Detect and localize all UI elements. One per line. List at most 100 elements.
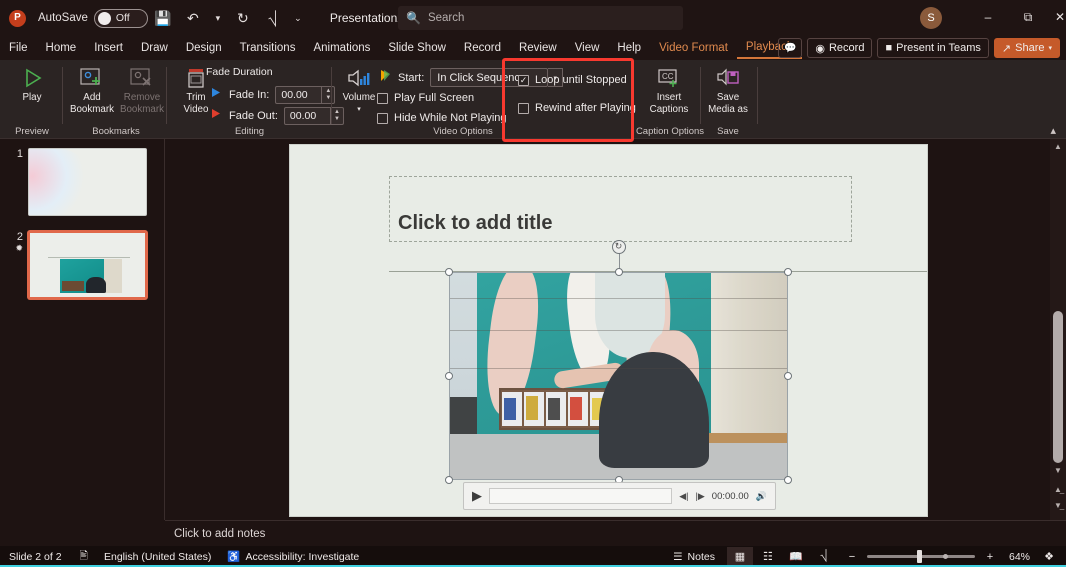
scroll-up-arrow-icon[interactable]: ▲ xyxy=(1050,139,1066,153)
tab-home[interactable]: Home xyxy=(37,37,86,59)
resize-handle-middle-right[interactable] xyxy=(784,372,792,380)
slide-sorter-icon[interactable]: ☷ xyxy=(755,547,781,566)
slide-thumbnail-panel[interactable]: 1 2 ✹ xyxy=(0,139,165,520)
slide-thumb-canvas-1[interactable] xyxy=(28,148,147,216)
present-in-teams-button[interactable]: ■ Present in Teams xyxy=(877,38,989,58)
scroll-down-arrow-icon[interactable]: ▼ xyxy=(1050,464,1066,477)
add-bookmark-button[interactable]: Add Bookmark xyxy=(66,64,118,115)
slide-thumbnail-1[interactable]: 1 xyxy=(3,148,147,216)
resize-handle-top-left[interactable] xyxy=(445,268,453,276)
normal-view-icon[interactable]: ▦ xyxy=(726,547,753,566)
comments-icon[interactable]: 💬 xyxy=(778,38,803,58)
share-button[interactable]: ↗ Share ▾ xyxy=(993,38,1060,58)
hide-while-not-playing-checkbox[interactable] xyxy=(377,112,388,124)
accessibility-label: Accessibility: Investigate xyxy=(245,550,360,563)
resize-handle-top-center[interactable] xyxy=(614,268,623,276)
tab-design[interactable]: Design xyxy=(177,37,231,59)
rewind-after-playing-checkbox[interactable] xyxy=(518,102,529,114)
play-button[interactable]: Play xyxy=(6,64,58,104)
title-placeholder[interactable]: Click to add title xyxy=(389,176,852,242)
collapse-ribbon-button[interactable]: ▴ xyxy=(1050,124,1056,137)
tab-draw[interactable]: Draw xyxy=(132,37,177,59)
slide-layout-icon[interactable]: 🖹 xyxy=(80,548,88,566)
previous-frame-icon[interactable]: ◀| xyxy=(679,491,688,502)
fit-to-window-icon[interactable]: ❖ xyxy=(1036,547,1062,566)
tab-transitions[interactable]: Transitions xyxy=(231,37,305,59)
zoom-slider[interactable] xyxy=(866,550,975,563)
fade-in-input[interactable]: 00.00 ▲ ▼ xyxy=(275,86,336,104)
fade-out-row: Fade Out: 00.00 ▲ ▼ xyxy=(210,107,344,125)
play-icon[interactable]: ▶ xyxy=(472,488,482,504)
record-button[interactable]: ◉ Record xyxy=(807,38,873,58)
slide-counter[interactable]: Slide 2 of 2 xyxy=(9,551,62,563)
search-box[interactable]: 🔍 xyxy=(398,6,683,30)
reading-view-icon[interactable]: 📖 xyxy=(783,547,809,566)
accessibility-icon: ♿ xyxy=(227,551,241,563)
video-object[interactable]: ↻ ▶ ◀| |▶ 00:00.00 🔊 xyxy=(445,240,792,510)
previous-slide-button[interactable]: ▲̲ xyxy=(1050,483,1066,496)
video-progress-bar[interactable] xyxy=(489,488,673,504)
search-input[interactable] xyxy=(427,12,648,24)
tab-record[interactable]: Record xyxy=(455,37,510,59)
volume-icon[interactable]: 🔊 xyxy=(756,491,767,502)
tab-animations[interactable]: Animations xyxy=(304,37,379,59)
hide-while-not-playing-row[interactable]: Hide While Not Playing xyxy=(377,112,507,124)
customize-quick-access-icon[interactable]: ⌄ xyxy=(288,5,308,31)
resize-handle-bottom-left[interactable] xyxy=(445,476,453,484)
resize-handle-top-right[interactable] xyxy=(784,268,792,276)
next-frame-icon[interactable]: |▶ xyxy=(696,491,705,502)
avatar[interactable]: S xyxy=(920,7,942,29)
chevron-down-icon[interactable]: ▾ xyxy=(357,104,361,116)
tab-insert[interactable]: Insert xyxy=(85,37,132,59)
video-playback-controls[interactable]: ▶ ◀| |▶ 00:00.00 🔊 xyxy=(463,482,776,510)
scrollbar-thumb[interactable] xyxy=(1053,311,1063,463)
undo-icon[interactable]: ↶ xyxy=(178,5,208,31)
next-slide-button[interactable]: ▼̲ xyxy=(1050,499,1066,512)
fade-in-icon xyxy=(210,86,223,104)
notes-pane[interactable]: Click to add notes xyxy=(165,520,1066,546)
tab-view[interactable]: View xyxy=(566,37,609,59)
zoom-slider-thumb[interactable] xyxy=(916,550,922,563)
accessibility-status[interactable]: ♿ Accessibility: Investigate xyxy=(227,550,360,564)
group-label-save: Save xyxy=(717,126,739,137)
resize-handle-bottom-right[interactable] xyxy=(784,476,792,484)
close-button[interactable]: ✕ xyxy=(1040,0,1066,34)
slide-thumbnail-2[interactable]: 2 ✹ xyxy=(3,231,147,299)
autosave-toggle[interactable]: Off xyxy=(93,8,148,28)
present-icon[interactable]: ⎷ xyxy=(258,5,288,31)
minimize-button[interactable]: – xyxy=(968,0,1008,34)
tab-file[interactable]: File xyxy=(0,37,37,59)
save-icon[interactable]: 💾 xyxy=(148,5,178,31)
slide-thumb-canvas-2[interactable] xyxy=(28,231,147,299)
zoom-out-button[interactable]: − xyxy=(839,547,865,566)
canvas-vertical-scrollbar[interactable]: ▲ ▼ ▲̲ ▼̲ xyxy=(1050,139,1066,520)
slideshow-view-icon[interactable]: ⎷ xyxy=(811,547,837,566)
zoom-level[interactable]: 64% xyxy=(1009,551,1030,563)
notes-button[interactable]: ☰ Notes xyxy=(673,551,715,563)
undo-dropdown-icon[interactable]: ▾ xyxy=(208,5,228,31)
resize-handle-middle-left[interactable] xyxy=(445,372,453,380)
tab-help[interactable]: Help xyxy=(608,37,650,59)
tab-review[interactable]: Review xyxy=(510,37,566,59)
redo-icon[interactable]: ↻ xyxy=(228,5,258,31)
loop-until-stopped-checkbox[interactable]: ✓ xyxy=(518,74,529,86)
search-icon: 🔍 xyxy=(406,11,421,25)
language-status[interactable]: English (United States) xyxy=(104,551,211,563)
tab-video-format[interactable]: Video Format xyxy=(650,37,737,59)
loop-until-stopped-row[interactable]: ✓ Loop until Stopped xyxy=(518,74,627,86)
rotate-handle[interactable]: ↻ xyxy=(611,240,626,254)
rewind-after-playing-row[interactable]: Rewind after Playing xyxy=(518,102,636,114)
play-full-screen-checkbox[interactable] xyxy=(377,92,388,104)
title-placeholder-text: Click to add title xyxy=(398,212,553,234)
save-media-as-button[interactable]: Save Media as xyxy=(702,64,754,115)
insert-captions-button[interactable]: CC Insert Captions xyxy=(643,64,695,115)
ribbon-group-editing: Trim Video Fade Duration Fade In: 00.00 … xyxy=(168,60,344,139)
play-full-screen-row[interactable]: Play Full Screen xyxy=(377,92,474,104)
volume-button[interactable]: Volume ▾ xyxy=(333,64,385,115)
zoom-in-button[interactable]: + xyxy=(977,547,1003,566)
notes-button-label: Notes xyxy=(687,550,715,563)
record-dot-icon: ◉ xyxy=(815,42,825,55)
slide-canvas[interactable]: Click to add title ↻ ▶ ◀| |▶ 00:00.00 🔊 xyxy=(290,145,927,516)
group-label-preview: Preview xyxy=(15,126,49,137)
tab-slide-show[interactable]: Slide Show xyxy=(379,37,455,59)
